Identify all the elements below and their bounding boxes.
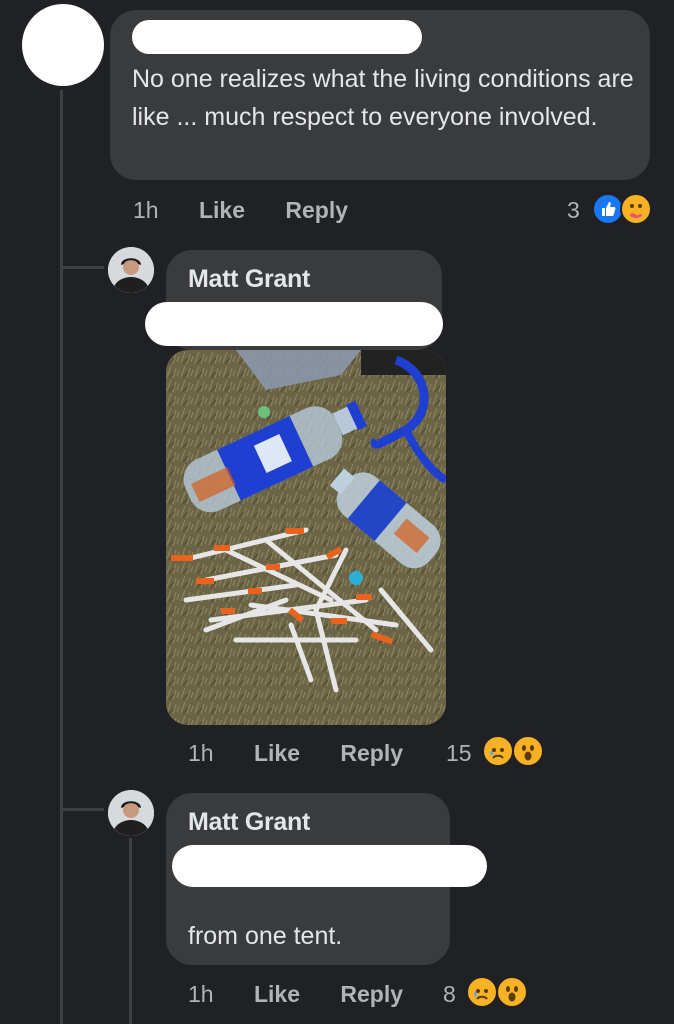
care-icon	[620, 193, 652, 225]
comment-photo[interactable]	[166, 350, 446, 725]
reaction-count[interactable]: 15	[446, 740, 472, 767]
thread-branch	[60, 266, 104, 269]
redacted-text	[172, 845, 487, 887]
reply-button[interactable]: Reply	[340, 981, 403, 1007]
comment-actions: 1h Like Reply	[133, 197, 348, 224]
avatar[interactable]	[108, 247, 154, 293]
avatar[interactable]	[108, 790, 154, 836]
like-button[interactable]: Like	[254, 740, 300, 766]
thread-line	[129, 838, 132, 1024]
reply-button[interactable]: Reply	[285, 197, 348, 223]
like-button[interactable]: Like	[199, 197, 245, 223]
wow-icon	[512, 735, 544, 767]
comment-text: from one tent.	[188, 922, 343, 950]
thread-line	[60, 90, 63, 1024]
comment-author[interactable]: Matt Grant	[188, 265, 310, 294]
comment-bubble[interactable]: No one realizes what the living conditio…	[110, 10, 650, 180]
comment-actions: 1h Like Reply	[188, 740, 403, 767]
sad-icon	[482, 735, 514, 767]
avatar[interactable]	[22, 4, 104, 86]
comment-actions: 1h Like Reply	[188, 981, 403, 1008]
comment-text: No one realizes what the living conditio…	[132, 65, 634, 131]
comment-time[interactable]: 1h	[188, 740, 214, 766]
like-button[interactable]: Like	[254, 981, 300, 1007]
thread-branch	[60, 808, 104, 811]
redacted-author	[132, 20, 422, 54]
wow-icon	[496, 976, 528, 1008]
comment-time[interactable]: 1h	[133, 197, 159, 223]
sad-icon	[466, 976, 498, 1008]
reply-button[interactable]: Reply	[340, 740, 403, 766]
comment-author[interactable]: Matt Grant	[188, 808, 310, 837]
redacted-text	[145, 302, 443, 346]
reaction-count[interactable]: 8	[443, 981, 456, 1008]
reaction-count[interactable]: 3	[567, 197, 580, 224]
comment-time[interactable]: 1h	[188, 981, 214, 1007]
